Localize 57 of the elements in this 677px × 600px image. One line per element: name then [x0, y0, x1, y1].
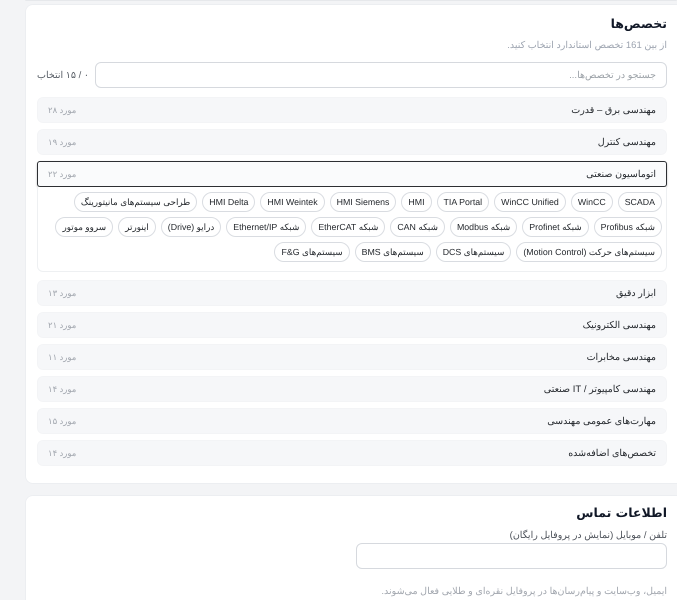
- selection-counter: ۰ / ۱۵ انتخاب: [37, 70, 90, 80]
- category-count: ۱۹ مورد: [48, 136, 76, 148]
- skill-chip[interactable]: WinCC Unified: [494, 192, 566, 212]
- skill-chip[interactable]: SCADA: [618, 192, 662, 212]
- category-name: مهندسی مخابرات: [586, 352, 656, 362]
- category-name: ابزار دقیق: [616, 288, 656, 298]
- field-label: تلفن / موبایل (نمایش در پروفایل رایگان): [510, 529, 667, 542]
- category-count: ۱۴ مورد: [48, 384, 76, 394]
- phone-field[interactable]: [356, 543, 667, 569]
- skill-chip[interactable]: اینورتر: [118, 217, 156, 237]
- category-name: مهندسی برق – قدرت: [571, 104, 656, 116]
- category-name: مهارت‌های عمومی مهندسی: [547, 416, 656, 426]
- skill-chip[interactable]: HMI Weintek: [260, 192, 325, 212]
- skill-chip[interactable]: سیستم‌های BMS: [354, 242, 431, 262]
- skill-chip[interactable]: شبکه Modbus: [450, 217, 518, 237]
- category-name: اتوماسیون صنعتی: [586, 168, 656, 180]
- skill-chip[interactable]: سروو موتور: [55, 217, 114, 237]
- skill-chip[interactable]: شبکه Profinet: [522, 217, 589, 237]
- category-header[interactable]: مهندسی کنترل ۱۹ مورد: [37, 129, 667, 155]
- category-count: ۱۵ مورد: [48, 416, 76, 426]
- section-title: اطلاعات تماس: [576, 504, 667, 522]
- category-header[interactable]: مهندسی الکترونیک ۲۱ مورد: [37, 312, 667, 338]
- category-count: ۱۳ مورد: [48, 288, 76, 298]
- category-name: مهندسی کامپیوتر / IT صنعتی: [544, 384, 656, 394]
- category-header[interactable]: مهندسی کامپیوتر / IT صنعتی ۱۴ مورد: [37, 376, 667, 402]
- category-count: ۱۴ مورد: [48, 448, 76, 458]
- category-header[interactable]: ابزار دقیق ۱۳ مورد: [37, 280, 667, 306]
- info-note: ایمیل، وب‌سایت و پیام‌رسان‌ها در پروفایل نقره‌ای و طلایی فعال می‌شوند.: [381, 585, 667, 599]
- category-header[interactable]: تخصص‌های اضافه‌شده ۱۴ مورد: [37, 440, 667, 466]
- skill-chip[interactable]: HMI Siemens: [330, 192, 396, 212]
- skill-chip[interactable]: شبکه CAN: [390, 217, 445, 237]
- skill-chip[interactable]: WinCC: [570, 192, 613, 212]
- skill-chip[interactable]: سیستم‌های DCS: [436, 242, 512, 262]
- category-header[interactable]: مهندسی برق – قدرت ۲۸ مورد: [37, 97, 667, 123]
- skill-chip[interactable]: سیستم‌های F&G: [274, 242, 350, 262]
- category-count: ۲۸ مورد: [48, 104, 76, 116]
- skill-chip[interactable]: شبکه Profibus: [594, 217, 662, 237]
- category-header[interactable]: مهارت‌های عمومی مهندسی ۱۵ مورد: [37, 408, 667, 434]
- skill-chip[interactable]: طراحی سیستم‌های مانیتورینگ: [74, 192, 198, 212]
- skill-chip[interactable]: HMI Delta: [202, 192, 256, 212]
- category-header[interactable]: مهندسی مخابرات ۱۱ مورد: [37, 344, 667, 370]
- category-name: مهندسی کنترل: [598, 136, 656, 148]
- category-count: ۲۲ مورد: [48, 168, 76, 180]
- skill-chip[interactable]: TIA Portal: [436, 192, 490, 212]
- skill-chip[interactable]: HMI: [401, 192, 432, 212]
- category-name: تخصص‌های اضافه‌شده: [568, 448, 656, 458]
- skill-chip[interactable]: درایو (Drive): [160, 217, 222, 237]
- skill-chip[interactable]: شبکه Ethernet/IP: [226, 217, 306, 237]
- section-subtitle: از بین 161 تخصص استاندارد انتخاب کنید.: [507, 39, 667, 53]
- category-name: مهندسی الکترونیک: [582, 320, 656, 330]
- section-title: تخصص‌ها: [610, 15, 667, 33]
- skill-chip[interactable]: شبکه EtherCAT: [311, 217, 386, 237]
- category-count: ۱۱ مورد: [48, 352, 76, 362]
- skill-chip[interactable]: سیستم‌های حرکت (Motion Control): [516, 242, 662, 262]
- search-field[interactable]: جستجو در تخصص‌ها...: [95, 62, 667, 88]
- category-header[interactable]: اتوماسیون صنعتی ۲۲ مورد: [37, 161, 667, 187]
- category-count: ۲۱ مورد: [48, 320, 76, 330]
